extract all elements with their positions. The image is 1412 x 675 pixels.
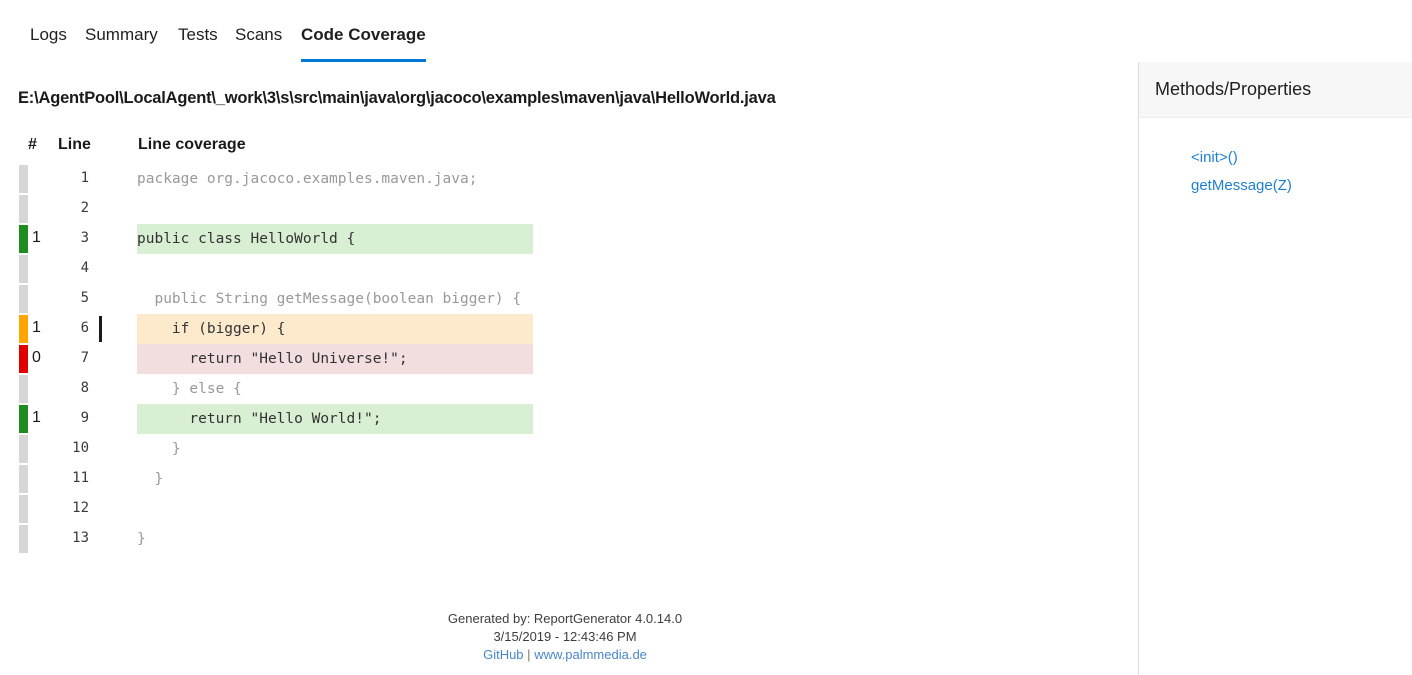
sidebar-title: Methods/Properties <box>1155 79 1312 99</box>
footer-generated-by: Generated by: ReportGenerator 4.0.14.0 <box>447 611 683 626</box>
source-code-line: } <box>137 471 164 487</box>
source-code-line <box>137 194 533 224</box>
line-number: 7 <box>80 350 89 366</box>
source-code-line: } <box>137 531 146 547</box>
source-code-line: } <box>137 441 181 457</box>
line-number: 9 <box>80 410 89 426</box>
branch-coverage-tick-icon <box>99 316 102 342</box>
coverage-status-bar <box>19 225 28 253</box>
coverage-status-bar <box>19 345 28 373</box>
table-body: 1 package org.jacoco.examples.maven.java;… <box>0 164 1130 554</box>
line-number: 6 <box>80 320 89 336</box>
table-row: 2 <box>0 194 1130 224</box>
github-link[interactable]: GitHub <box>483 647 523 662</box>
source-code-line: if (bigger) { <box>137 314 533 344</box>
table-row: 5 public String getMessage(boolean bigge… <box>0 284 1130 314</box>
coverage-status-bar <box>19 525 28 553</box>
source-code-line <box>137 254 533 284</box>
source-code-line: return "Hello World!"; <box>137 404 533 434</box>
line-number: 11 <box>72 470 89 486</box>
column-header-hits: # <box>28 136 37 153</box>
footer-separator: | <box>527 647 531 662</box>
source-code-line: public class HelloWorld { <box>137 224 533 254</box>
line-number: 10 <box>72 440 89 456</box>
line-number: 12 <box>72 500 89 516</box>
sidebar-method-link[interactable]: getMessage(Z) <box>1191 172 1412 200</box>
coverage-status-bar <box>19 465 28 493</box>
file-path-title: E:\AgentPool\LocalAgent\_work\3\s\src\ma… <box>18 89 776 107</box>
coverage-status-bar <box>19 495 28 523</box>
coverage-status-bar <box>19 435 28 463</box>
footer-timestamp: 3/15/2019 - 12:43:46 PM <box>493 629 637 644</box>
table-row: 13} <box>0 524 1130 554</box>
source-code-line: package org.jacoco.examples.maven.java; <box>137 171 478 187</box>
tab-bar: Logs Summary Tests Scans Code Coverage <box>0 0 1412 62</box>
line-hit-count: 1 <box>32 319 41 336</box>
line-number: 8 <box>80 380 89 396</box>
table-row: 10 } <box>0 434 1130 464</box>
line-hit-count: 1 <box>32 229 41 246</box>
source-code-line: return "Hello Universe!"; <box>137 344 533 374</box>
line-number: 2 <box>80 200 89 216</box>
source-code-line: public String getMessage(boolean bigger)… <box>137 291 522 307</box>
footer: Generated by: ReportGenerator 4.0.14.0 3… <box>0 610 1130 664</box>
tab-tests[interactable]: Tests <box>178 24 218 46</box>
tab-summary[interactable]: Summary <box>85 24 158 46</box>
palmmedia-link[interactable]: www.palmmedia.de <box>534 647 647 662</box>
tab-code-coverage[interactable]: Code Coverage <box>301 24 426 46</box>
coverage-status-bar <box>19 405 28 433</box>
line-number: 4 <box>80 260 89 276</box>
sidebar-method-list: <init>() getMessage(Z) <box>1139 118 1412 200</box>
table-row: 1 9 return "Hello World!"; <box>0 404 1130 434</box>
coverage-status-bar <box>19 315 28 343</box>
coverage-status-bar <box>19 375 28 403</box>
table-row: 12 <box>0 494 1130 524</box>
coverage-status-bar <box>19 255 28 283</box>
table-row: 0 7 return "Hello Universe!"; <box>0 344 1130 374</box>
source-code-line <box>137 494 533 524</box>
table-row: 8 } else { <box>0 374 1130 404</box>
methods-properties-panel: Methods/Properties <init>() getMessage(Z) <box>1138 62 1412 675</box>
coverage-status-bar <box>19 195 28 223</box>
line-number: 13 <box>72 530 89 546</box>
line-number: 1 <box>80 170 89 186</box>
footer-links: GitHub | www.palmmedia.de <box>0 646 1130 664</box>
table-row: 11 } <box>0 464 1130 494</box>
line-number: 3 <box>80 230 89 246</box>
source-code-line: } else { <box>137 381 242 397</box>
sidebar-method-link[interactable]: <init>() <box>1191 144 1412 172</box>
table-row: 1 6 if (bigger) { <box>0 314 1130 344</box>
coverage-status-bar <box>19 165 28 193</box>
coverage-status-bar <box>19 285 28 313</box>
active-tab-underline <box>301 59 426 62</box>
table-row: 1 3 public class HelloWorld { <box>0 224 1130 254</box>
table-row: 4 <box>0 254 1130 284</box>
code-coverage-table: # Line Line coverage 1 package org.jacoco… <box>0 136 1130 554</box>
line-number: 5 <box>80 290 89 306</box>
line-hit-count: 1 <box>32 409 41 426</box>
tab-logs[interactable]: Logs <box>30 24 67 46</box>
column-header-coverage: Line coverage <box>138 136 246 153</box>
table-row: 1 package org.jacoco.examples.maven.java; <box>0 164 1130 194</box>
sidebar-header: Methods/Properties <box>1139 62 1412 118</box>
line-hit-count: 0 <box>32 349 41 366</box>
table-header-row: # Line Line coverage <box>0 136 1130 164</box>
column-header-line: Line <box>58 136 91 153</box>
tab-scans[interactable]: Scans <box>235 24 282 46</box>
